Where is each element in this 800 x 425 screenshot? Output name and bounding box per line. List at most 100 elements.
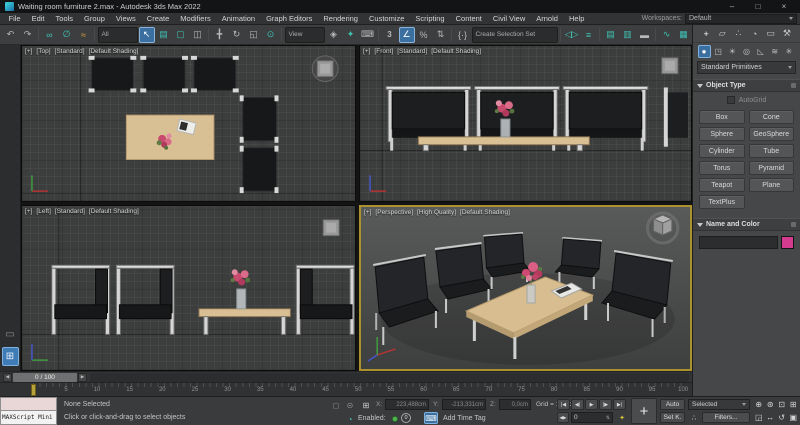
- redo-icon[interactable]: ↷: [20, 27, 36, 43]
- menu-item[interactable]: Edit: [26, 14, 50, 23]
- viewport-perspective[interactable]: [+] [Perspective] [High Quality] [Defaul…: [359, 205, 692, 371]
- next-frame-slider-button[interactable]: ▶: [78, 373, 87, 382]
- absolute-mode-icon[interactable]: ⊞: [360, 399, 372, 411]
- menu-item[interactable]: Help: [563, 14, 589, 23]
- named-selection-sets-icon[interactable]: {·}: [455, 27, 471, 43]
- viewport-menu[interactable]: [+]: [363, 48, 370, 55]
- viewcube[interactable]: [662, 58, 678, 74]
- category-cameras[interactable]: ◎: [740, 45, 753, 58]
- key-selection-dropdown[interactable]: Selected: [688, 399, 750, 410]
- viewcube[interactable]: [312, 56, 338, 82]
- object-type-button[interactable]: Pyramid: [749, 161, 795, 175]
- adaptive-degradation-icon[interactable]: ◔: [344, 413, 356, 425]
- select-and-place-icon[interactable]: ⊙: [263, 27, 279, 43]
- name-and-color-rollout[interactable]: Name and Color: [693, 218, 800, 231]
- viewport-shading-label[interactable]: [Default Shading]: [431, 48, 481, 55]
- select-and-scale-icon[interactable]: ◱: [246, 27, 262, 43]
- reference-coordinate-dropdown[interactable]: View: [285, 27, 325, 43]
- tab-modify[interactable]: ▱: [716, 27, 729, 41]
- add-time-tag[interactable]: Add Time Tag: [443, 415, 486, 422]
- schematic-view-icon[interactable]: ▦: [676, 27, 692, 43]
- ribbon-icon[interactable]: ▬: [637, 27, 653, 43]
- viewport-menu[interactable]: [+]: [364, 209, 371, 216]
- select-and-move-icon[interactable]: ╋: [212, 27, 228, 43]
- object-type-button[interactable]: TextPlus: [699, 195, 745, 209]
- curve-editor-icon[interactable]: ∿: [659, 27, 675, 43]
- object-type-button[interactable]: Cone: [749, 110, 795, 124]
- previous-frame-button[interactable]: ◀|: [571, 399, 584, 410]
- object-type-button[interactable]: Box: [699, 110, 745, 124]
- viewport-view-label[interactable]: [Perspective]: [375, 209, 413, 216]
- spinner-snap-icon[interactable]: ⇅: [433, 27, 449, 43]
- previous-frame-slider-button[interactable]: ◀: [3, 373, 12, 382]
- tab-motion[interactable]: ◔: [748, 27, 761, 41]
- scene-explorer-icon[interactable]: ▤: [603, 27, 619, 43]
- track-bar[interactable]: 5101520253035404550556065707580859095100: [0, 382, 692, 396]
- selection-filter-dropdown[interactable]: All: [98, 27, 138, 43]
- menu-item[interactable]: File: [3, 14, 26, 23]
- z-coordinate-field[interactable]: 0,0cm: [499, 399, 531, 410]
- category-lights[interactable]: ☀: [726, 45, 739, 58]
- viewport-menu[interactable]: [+]: [25, 208, 32, 215]
- viewport-quality-label[interactable]: [High Quality]: [417, 209, 456, 216]
- auto-key-button[interactable]: Auto: [660, 399, 685, 410]
- lock-selection-icon[interactable]: ⊝: [344, 399, 356, 411]
- isolate-selection-icon[interactable]: ◻: [330, 399, 342, 411]
- object-type-button[interactable]: Torus: [699, 161, 745, 175]
- layout-tab-maximized[interactable]: ▭: [2, 325, 19, 344]
- pan-icon[interactable]: ↔: [765, 411, 777, 424]
- tab-utilities[interactable]: ⚒: [780, 27, 793, 41]
- filters-button[interactable]: Filters...: [702, 412, 750, 423]
- viewport-shading-label[interactable]: [Default Shading]: [89, 48, 139, 55]
- use-pivot-center-icon[interactable]: ◈: [326, 27, 342, 43]
- object-type-rollout[interactable]: Object Type: [693, 79, 800, 92]
- menu-item[interactable]: Rendering: [318, 14, 364, 23]
- select-and-link-icon[interactable]: ∞: [42, 27, 58, 43]
- go-to-start-button[interactable]: |◀: [557, 399, 570, 410]
- menu-item[interactable]: Group: [79, 14, 111, 23]
- autogrid-checkbox[interactable]: [727, 96, 735, 104]
- keyboard-override-icon[interactable]: ⌨: [360, 27, 376, 43]
- viewport-quality-label[interactable]: [Standard]: [55, 208, 85, 215]
- object-name-field[interactable]: [699, 236, 778, 249]
- viewport-shading-label[interactable]: [Default Shading]: [460, 209, 510, 216]
- object-color-swatch[interactable]: [781, 236, 794, 249]
- close-button[interactable]: ×: [773, 0, 795, 13]
- menu-item[interactable]: Views: [110, 14, 141, 23]
- category-helpers[interactable]: ◺: [754, 45, 767, 58]
- set-keys-button[interactable]: +: [631, 398, 657, 424]
- menu-item[interactable]: Graph Editors: [261, 14, 318, 23]
- maximize-button[interactable]: □: [747, 0, 769, 13]
- viewport-front[interactable]: [+] [Front] [Standard] [Default Shading]: [359, 45, 692, 202]
- object-type-button[interactable]: Plane: [749, 178, 795, 192]
- go-to-end-button[interactable]: ▶|: [613, 399, 626, 410]
- mirror-icon[interactable]: ◁▷: [564, 27, 580, 43]
- menu-item[interactable]: Modifiers: [175, 14, 216, 23]
- key-filters-icon[interactable]: ∴: [688, 413, 700, 423]
- unlink-selection-icon[interactable]: ∅: [59, 27, 75, 43]
- menu-item[interactable]: Tools: [50, 14, 79, 23]
- category-geometry[interactable]: ●: [698, 45, 711, 58]
- viewport-menu[interactable]: [+]: [25, 48, 32, 55]
- select-and-manipulate-icon[interactable]: ✦: [343, 27, 359, 43]
- menu-item[interactable]: Animation: [216, 14, 260, 23]
- set-key-button[interactable]: Set K.: [660, 412, 685, 423]
- current-frame-field[interactable]: 0 ⇅: [571, 412, 613, 423]
- select-object-icon[interactable]: ↖: [139, 27, 155, 43]
- orbit-icon[interactable]: ↺: [776, 411, 788, 424]
- create-selection-set-dropdown[interactable]: Create Selection Set: [472, 27, 558, 43]
- key-steps-toggle[interactable]: ✦: [616, 412, 628, 423]
- select-and-rotate-icon[interactable]: ↻: [229, 27, 245, 43]
- next-frame-button[interactable]: |▶: [599, 399, 612, 410]
- viewport-shading-label[interactable]: [Default Shading]: [89, 208, 139, 215]
- object-type-button[interactable]: Sphere: [699, 127, 745, 141]
- layout-tab-2x2[interactable]: ⊞: [2, 347, 19, 366]
- angle-snap-icon[interactable]: ∠: [399, 27, 415, 43]
- workspace-dropdown[interactable]: Default: [685, 14, 797, 24]
- menu-item[interactable]: Scripting: [410, 14, 450, 23]
- select-by-name-icon[interactable]: ▤: [156, 27, 172, 43]
- spinner-icon[interactable]: ⇅: [606, 415, 610, 421]
- object-type-button[interactable]: Tube: [749, 144, 795, 158]
- maximize-viewport-icon[interactable]: ▣: [788, 411, 800, 424]
- minimize-button[interactable]: –: [721, 0, 743, 13]
